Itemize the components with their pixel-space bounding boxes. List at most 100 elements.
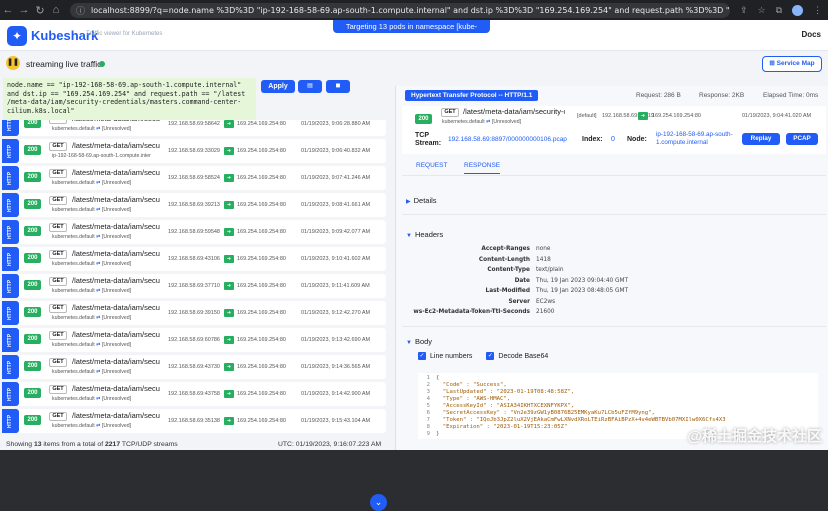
entry-row[interactable]: HTTP 200 GET/latest/meta-data/iam/securit k… (2, 120, 386, 136)
extensions-icon[interactable]: ⧉ (776, 5, 782, 16)
entry-row[interactable]: HTTP 200 GET/latest/meta-data/iam/securit k… (2, 220, 386, 244)
protocol-tag: HTTP (2, 274, 19, 298)
namespace-default: [default] (577, 113, 597, 119)
protocol-tag: HTTP (2, 328, 19, 352)
method-badge: GET (49, 358, 67, 367)
header-key: ws-Ec2-Metadata-Token-Ttl-Seconds (413, 309, 530, 315)
method-badge: GET (49, 250, 67, 259)
header-row: Server EC2ws (396, 299, 820, 309)
replay-button[interactable]: Replay (742, 133, 780, 145)
decode-base64-checkbox[interactable]: ✓ (486, 352, 495, 360)
method-badge: GET (49, 385, 67, 394)
entries-list[interactable]: HTTP 200 GET/latest/meta-data/iam/securit k… (0, 120, 392, 440)
entry-timestamp: 01/19/2023, 9:11:41.609 AM (301, 283, 370, 289)
filter-examples-button[interactable]: ▤ (298, 80, 322, 93)
pcap-button[interactable]: PCAP (786, 133, 818, 145)
filter-line-2: and dst.ip == "169.254.169.254" and requ… (7, 89, 246, 98)
status-badge: 200 (24, 415, 41, 425)
method-badge: GET (49, 412, 67, 421)
menu-icon[interactable]: ⋮ (813, 5, 822, 16)
line-numbers-checkbox[interactable]: ✓ (418, 352, 426, 360)
service-label: kubernetes.default (52, 207, 95, 213)
request-path: /latest/meta-data/iam/securit (72, 195, 160, 204)
home-icon[interactable]: ⌂ (48, 4, 64, 16)
live-indicator (99, 61, 105, 67)
entry-timestamp: 01/19/2023, 9:09:42.077 AM (301, 229, 371, 235)
entry-row[interactable]: HTTP 200 GET/latest/meta-data/iam/securit k… (2, 301, 386, 325)
destination-address: 169.254.169.254:80 (237, 391, 286, 397)
entry-row[interactable]: HTTP 200 GET/latest/meta-data/iam/securit k… (2, 274, 386, 298)
entry-row[interactable]: HTTP 200 GET/latest/meta-data/iam/securit k… (2, 166, 386, 190)
back-icon[interactable]: ← (0, 4, 16, 16)
service-name: kubernetes.default ⇄ [Unresolved] (52, 315, 131, 321)
section-divider (402, 326, 826, 327)
share-icon[interactable]: ⇪ (740, 5, 748, 16)
details-section[interactable]: ▶ Details (406, 196, 437, 205)
status-badge: 200 (24, 253, 41, 263)
service-label: kubernetes.default (442, 119, 485, 125)
reload-icon[interactable]: ↻ (32, 4, 48, 17)
entry-row[interactable]: HTTP 200 GET/latest/meta-data/iam/securit k… (2, 328, 386, 352)
code-line: "SecretAccessKey" : "Vn2e39zGW1yB0876B25… (436, 410, 655, 416)
chevron-down-icon: ▼ (406, 233, 412, 239)
detail-tabs: REQUEST RESPONSE (402, 157, 826, 175)
method-badge: GET (49, 120, 67, 124)
profile-avatar[interactable] (792, 4, 804, 16)
address-bar[interactable]: ⓘ localhost:8899/?q=node.name %3D%3D "ip… (70, 2, 730, 18)
headers-section[interactable]: ▼ Headers (406, 230, 443, 239)
body-section[interactable]: ▼ Body (406, 337, 432, 346)
tab-response[interactable]: RESPONSE (464, 162, 501, 174)
tab-request[interactable]: REQUEST (416, 162, 447, 169)
line-number: 2 (426, 382, 430, 388)
pause-button[interactable]: ❚❚ (6, 56, 20, 70)
header-key: Last-Modified (485, 288, 531, 294)
header-value: 1418 (536, 256, 551, 263)
arrow-right-icon: ➜ (224, 336, 234, 344)
service-name: kubernetes.default ⇄ [Unresolved] (52, 288, 131, 294)
tcp-label-line2: Stream: (415, 140, 442, 147)
destination-address: 169.254.169.254:80 (652, 113, 701, 119)
apply-button[interactable]: Apply (261, 80, 295, 93)
service-resolved: [Unresolved] (101, 369, 132, 375)
line-numbers-label: Line numbers (430, 352, 473, 360)
forward-icon[interactable]: → (16, 4, 32, 16)
node-value[interactable]: ip-192-168-58-69.ap-south-1.compute.inte… (656, 131, 736, 147)
tcp-stream-link[interactable]: 192.168.58.69:8897/000000000106.pcap (448, 136, 567, 143)
entry-row[interactable]: HTTP 200 GET/latest/meta-data/iam/securit k… (2, 382, 386, 406)
entry-row[interactable]: HTTP 200 GET/latest/meta-data/iam/securit k… (2, 409, 386, 433)
swap-icon: ⇄ (486, 119, 491, 125)
entry-timestamp: 01/19/2023, 9:14:42.900 AM (301, 391, 371, 397)
service-map-button[interactable]: ⊞ Service Map (762, 56, 822, 72)
save-filter-button[interactable]: ◼ (326, 80, 350, 93)
source-address: 192.168.58.69:43730 (168, 364, 220, 370)
bookmark-star-icon[interactable]: ☆ (758, 5, 766, 16)
service-label: kubernetes.default (52, 261, 95, 267)
status-badge: 200 (24, 145, 41, 155)
service-resolved: [Unresolved] (101, 423, 132, 429)
entry-row[interactable]: HTTP 200 GET/latest/meta-data/iam/securit k… (2, 355, 386, 379)
header-row: Date Thu, 19 Jan 2023 09:04:40 GMT (396, 278, 820, 288)
service-resolved: [Unresolved] (101, 234, 132, 240)
request-path: /latest/meta-data/iam/security-cre (463, 107, 565, 116)
entry-timestamp: 01/19/2023, 9:08:41.661 AM (301, 202, 371, 208)
tcp-label-line1: TCP (415, 132, 429, 139)
line-number: 9 (426, 431, 430, 437)
request-path: /latest/meta-data/iam/securit (72, 357, 160, 366)
protocol-badge: Hypertext Transfer Protocol -- HTTP/1.1 (405, 90, 539, 101)
entry-timestamp: 01/19/2023, 9:15:43.104 AM (301, 418, 371, 424)
docs-link[interactable]: Docs (801, 30, 821, 39)
request-path: /latest/meta-data/iam/securit (72, 276, 160, 285)
entry-row[interactable]: HTTP 200 GET/latest/meta-data/iam/securit k… (2, 193, 386, 217)
body-options: ✓ Line numbers ✓ Decode Base64 (418, 352, 548, 360)
entry-row[interactable]: HTTP 200 GET/latest/meta-data/iam/securit k… (2, 247, 386, 271)
header-value: 21600 (536, 309, 555, 315)
filter-line-1: node.name == "ip-192-168-58-69.ap-south-… (7, 81, 242, 89)
destination-address: 169.254.169.254:80 (237, 337, 286, 343)
scroll-down-button[interactable]: ⌄ (370, 494, 387, 511)
entry-row[interactable]: HTTP 200 GET/latest/meta-data/iam/securit i… (2, 139, 386, 163)
filter-query-input[interactable]: node.name == "ip-192-168-58-69.ap-south-… (3, 78, 256, 120)
service-label: kubernetes.default (52, 234, 95, 240)
source-address: 192.168.58.69:58524 (168, 175, 220, 181)
status-badge: 200 (24, 172, 41, 182)
line-number: 5 (426, 403, 430, 409)
